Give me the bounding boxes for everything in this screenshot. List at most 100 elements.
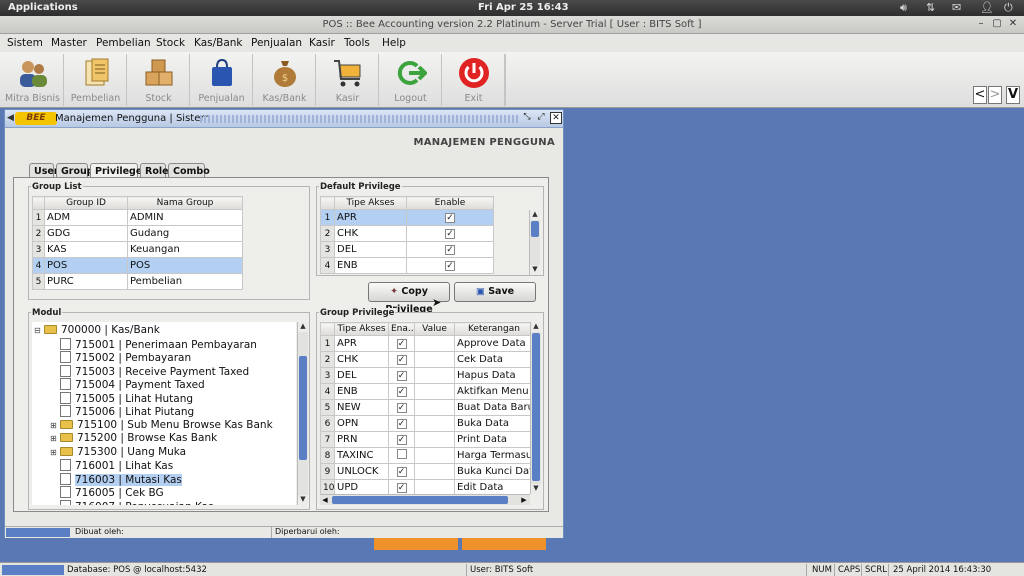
col-value[interactable]: Value xyxy=(414,322,455,336)
mitra-bisnis-button[interactable]: Mitra Bisnis xyxy=(2,54,64,106)
keterangan-cell[interactable]: Print Data xyxy=(454,431,530,448)
enable-checkbox[interactable]: ✓ xyxy=(396,435,407,445)
value-cell[interactable] xyxy=(414,399,455,416)
enable-checkbox[interactable]: ✓ xyxy=(396,355,407,365)
group-id-cell[interactable]: ADM xyxy=(44,209,128,226)
panel-clock[interactable]: Fri Apr 25 16:43 xyxy=(478,2,569,13)
col-tipe-akses[interactable]: Tipe Akses xyxy=(334,322,389,336)
tree-file-item[interactable]: 715006 | Lihat Piutang xyxy=(50,405,194,420)
tree-folder-item[interactable]: ⊟ 700000 | Kas/Bank xyxy=(34,324,160,338)
tipe-akses-cell[interactable]: DEL xyxy=(334,241,407,258)
scroll-up-icon[interactable]: ▲ xyxy=(298,322,308,332)
power-menu-icon[interactable]: ⏻ xyxy=(1004,1,1013,15)
mail-icon[interactable]: ✉ xyxy=(952,1,961,14)
expand-icon[interactable]: ⊞ xyxy=(50,446,58,460)
tipe-akses-cell[interactable]: CHK xyxy=(334,225,407,242)
keterangan-cell[interactable]: Aktifkan Menu xyxy=(454,383,530,400)
tree-folder-item[interactable]: ⊞ 715100 | Sub Menu Browse Kas Bank xyxy=(50,419,273,433)
menu-kasir[interactable]: Kasir xyxy=(309,37,335,49)
group-id-cell[interactable]: POS xyxy=(44,257,128,274)
scroll-thumb[interactable] xyxy=(532,333,540,481)
tree-file-item[interactable]: 715003 | Receive Payment Taxed xyxy=(50,364,249,380)
col-enable[interactable]: Ena... xyxy=(388,322,415,336)
tree-file-item[interactable]: 716001 | Lihat Kas xyxy=(50,459,173,474)
penjualan-button[interactable]: Penjualan xyxy=(191,54,253,106)
scroll-right-icon[interactable]: ▶ xyxy=(519,496,529,505)
prev-nav-button[interactable]: < xyxy=(973,86,987,104)
tab-combo[interactable]: Combo xyxy=(168,163,210,178)
enable-checkbox[interactable] xyxy=(396,449,407,459)
enable-checkbox[interactable]: ✓ xyxy=(396,387,407,397)
table-row[interactable]: 3 DEL ✓ Hapus Data xyxy=(320,367,530,384)
menu-tools[interactable]: Tools xyxy=(344,37,370,49)
tipe-akses-cell[interactable]: DEL xyxy=(334,367,389,384)
menu-penjualan[interactable]: Penjualan xyxy=(251,37,302,49)
tipe-akses-cell[interactable]: APR xyxy=(334,335,389,352)
enable-checkbox[interactable]: ✓ xyxy=(396,419,407,429)
tree-file-item[interactable]: 716003 | Mutasi Kas xyxy=(50,472,182,488)
kasir-button[interactable]: Kasir xyxy=(317,54,379,106)
frame-maximize-icon[interactable]: ⤢ xyxy=(535,112,547,124)
keterangan-cell[interactable]: Cek Data xyxy=(454,351,530,368)
tipe-akses-cell[interactable]: OPN xyxy=(334,415,389,432)
group-privilege-scrollbar[interactable]: ▲ ▼ xyxy=(530,322,541,494)
close-icon[interactable]: ✕ xyxy=(1006,18,1020,31)
enable-checkbox[interactable]: ✓ xyxy=(396,483,407,493)
enable-checkbox[interactable]: ✓ xyxy=(396,467,407,477)
tree-file-item[interactable]: 715005 | Lihat Hutang xyxy=(50,391,193,407)
keterangan-cell[interactable]: Harga Termasu xyxy=(454,447,530,464)
enable-checkbox[interactable]: ✓ xyxy=(445,213,455,223)
table-row[interactable]: 2 CHK ✓ Cek Data xyxy=(320,351,530,368)
tipe-akses-cell[interactable]: ENB xyxy=(334,257,407,274)
tree-folder-item[interactable]: ⊞ 715300 | Uang Muka xyxy=(50,446,186,460)
enable-checkbox[interactable]: ✓ xyxy=(396,403,407,413)
tipe-akses-cell[interactable]: UNLOCK xyxy=(334,463,389,480)
table-row[interactable]: 9 UNLOCK ✓ Buka Kunci Dat xyxy=(320,463,530,480)
group-name-cell[interactable]: ADMIN xyxy=(127,209,243,226)
logout-button[interactable]: Logout xyxy=(380,54,442,106)
table-row[interactable]: 4 ENB ✓ Aktifkan Menu xyxy=(320,383,530,400)
table-row[interactable]: 4 ENB ✓ xyxy=(320,257,494,274)
group-name-cell[interactable]: POS xyxy=(127,257,243,274)
tipe-akses-cell[interactable]: TAXINC xyxy=(334,447,389,464)
modul-scrollbar[interactable]: ▲ ▼ xyxy=(297,322,308,505)
frame-menu-icon[interactable]: ◀ xyxy=(7,113,14,123)
group-id-cell[interactable]: KAS xyxy=(44,241,128,258)
tree-file-item[interactable]: 715002 | Pembayaran xyxy=(50,351,191,366)
menu-sistem[interactable]: Sistem xyxy=(7,37,43,49)
enable-checkbox[interactable]: ✓ xyxy=(396,371,407,381)
exit-button[interactable]: Exit xyxy=(443,54,505,106)
col-tipe-akses[interactable]: Tipe Akses xyxy=(334,196,407,210)
value-cell[interactable] xyxy=(414,335,455,352)
table-row-selected[interactable]: 4 POS POS xyxy=(32,257,243,274)
menu-master[interactable]: Master xyxy=(51,37,87,49)
frame-minimize-icon[interactable]: ⤡ xyxy=(521,112,533,124)
frame-close-icon[interactable]: ✕ xyxy=(550,112,562,124)
expand-icon[interactable]: ⊞ xyxy=(50,432,58,446)
tree-file-item[interactable]: 716007 | Penyesuaian Kas xyxy=(50,499,214,505)
default-privilege-scrollbar[interactable]: ▲ ▼ xyxy=(529,210,540,275)
stock-button[interactable]: Stock xyxy=(128,54,190,106)
scroll-up-icon[interactable]: ▲ xyxy=(531,322,541,332)
scroll-down-icon[interactable]: ▼ xyxy=(530,265,540,275)
tree-folder-item[interactable]: ⊞ 715200 | Browse Kas Bank xyxy=(50,432,217,446)
value-cell[interactable] xyxy=(414,383,455,400)
scroll-up-icon[interactable]: ▲ xyxy=(530,210,540,220)
table-row[interactable]: 6 OPN ✓ Buka Data xyxy=(320,415,530,432)
value-cell[interactable] xyxy=(414,415,455,432)
group-name-cell[interactable]: Gudang xyxy=(127,225,243,242)
next-nav-button[interactable]: > xyxy=(988,86,1002,104)
menu-help[interactable]: Help xyxy=(382,37,406,49)
keterangan-cell[interactable]: Hapus Data xyxy=(454,367,530,384)
value-cell[interactable] xyxy=(414,431,455,448)
pembelian-button[interactable]: Pembelian xyxy=(65,54,127,106)
save-button[interactable]: ▣ Save xyxy=(454,282,536,302)
menu-stock[interactable]: Stock xyxy=(156,37,185,49)
tab-group[interactable]: Group xyxy=(56,163,94,178)
value-cell[interactable] xyxy=(414,367,455,384)
table-row[interactable]: 3 DEL ✓ xyxy=(320,241,494,258)
scroll-down-icon[interactable]: ▼ xyxy=(531,484,541,494)
enable-checkbox[interactable]: ✓ xyxy=(445,229,455,239)
group-name-cell[interactable]: Keuangan xyxy=(127,241,243,258)
enable-checkbox[interactable]: ✓ xyxy=(445,245,455,255)
